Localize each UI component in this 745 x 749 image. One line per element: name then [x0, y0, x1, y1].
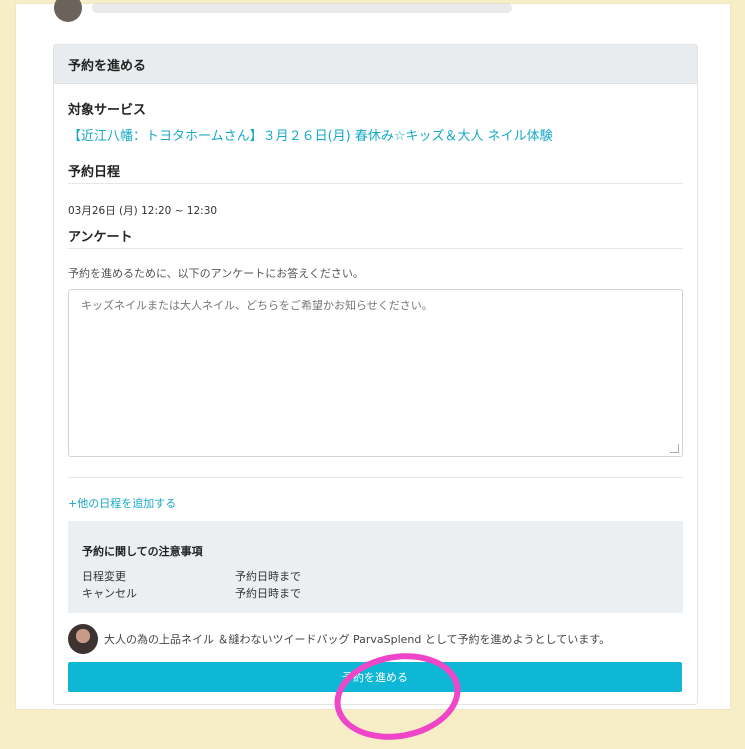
divider [68, 248, 683, 249]
user-message: 大人の為の上品ネイル ＆縫わないツイードバッグ ParvaSplend として予… [104, 633, 611, 646]
avatar [54, 0, 82, 22]
service-link[interactable]: 【近江八幡：トヨタホームさん】３月２６日(月) 春休み☆キッズ＆大人 ネイル体験 [68, 125, 553, 144]
schedule-value: 03月26日 (月) 12:20 ~ 12:30 [68, 205, 218, 217]
survey-note: 予約を進めるために、以下のアンケートにお答えください。 [68, 267, 364, 280]
reservation-card: 予約を進める 対象サービス 【近江八幡：トヨタホームさん】３月２６日(月) 春休… [53, 44, 698, 705]
card-header: 予約を進める [54, 45, 697, 84]
divider [68, 183, 683, 184]
notice-value-change: 予約日時まで [235, 570, 301, 583]
user-line: 大人の為の上品ネイル ＆縫わないツイードバッグ ParvaSplend として予… [68, 624, 610, 654]
clipped-text [92, 3, 512, 13]
notice-title: 予約に関しての注意事項 [82, 545, 203, 558]
survey-textarea[interactable]: キッズネイルまたは大人ネイル、どちらをご希望かお知らせください。 [68, 289, 683, 457]
notice-value-cancel: 予約日時まで [235, 587, 301, 600]
notice-label-cancel: キャンセル [82, 587, 137, 600]
add-schedule-link[interactable]: +他の日程を追加する [68, 495, 176, 511]
resize-handle[interactable] [670, 444, 679, 453]
survey-placeholder: キッズネイルまたは大人ネイル、どちらをご希望かお知らせください。 [81, 299, 433, 312]
previous-content-strip [54, 0, 512, 22]
target-service-title: 対象サービス [68, 103, 147, 118]
avatar [68, 624, 98, 654]
notice-box: 予約に関しての注意事項 日程変更 予約日時まで キャンセル 予約日時まで [68, 521, 683, 613]
schedule-title: 予約日程 [68, 165, 121, 180]
notice-label-change: 日程変更 [82, 570, 126, 583]
survey-title: アンケート [68, 230, 133, 245]
page-panel: 予約を進める 対象サービス 【近江八幡：トヨタホームさん】３月２６日(月) 春休… [16, 0, 730, 749]
divider [68, 477, 683, 478]
